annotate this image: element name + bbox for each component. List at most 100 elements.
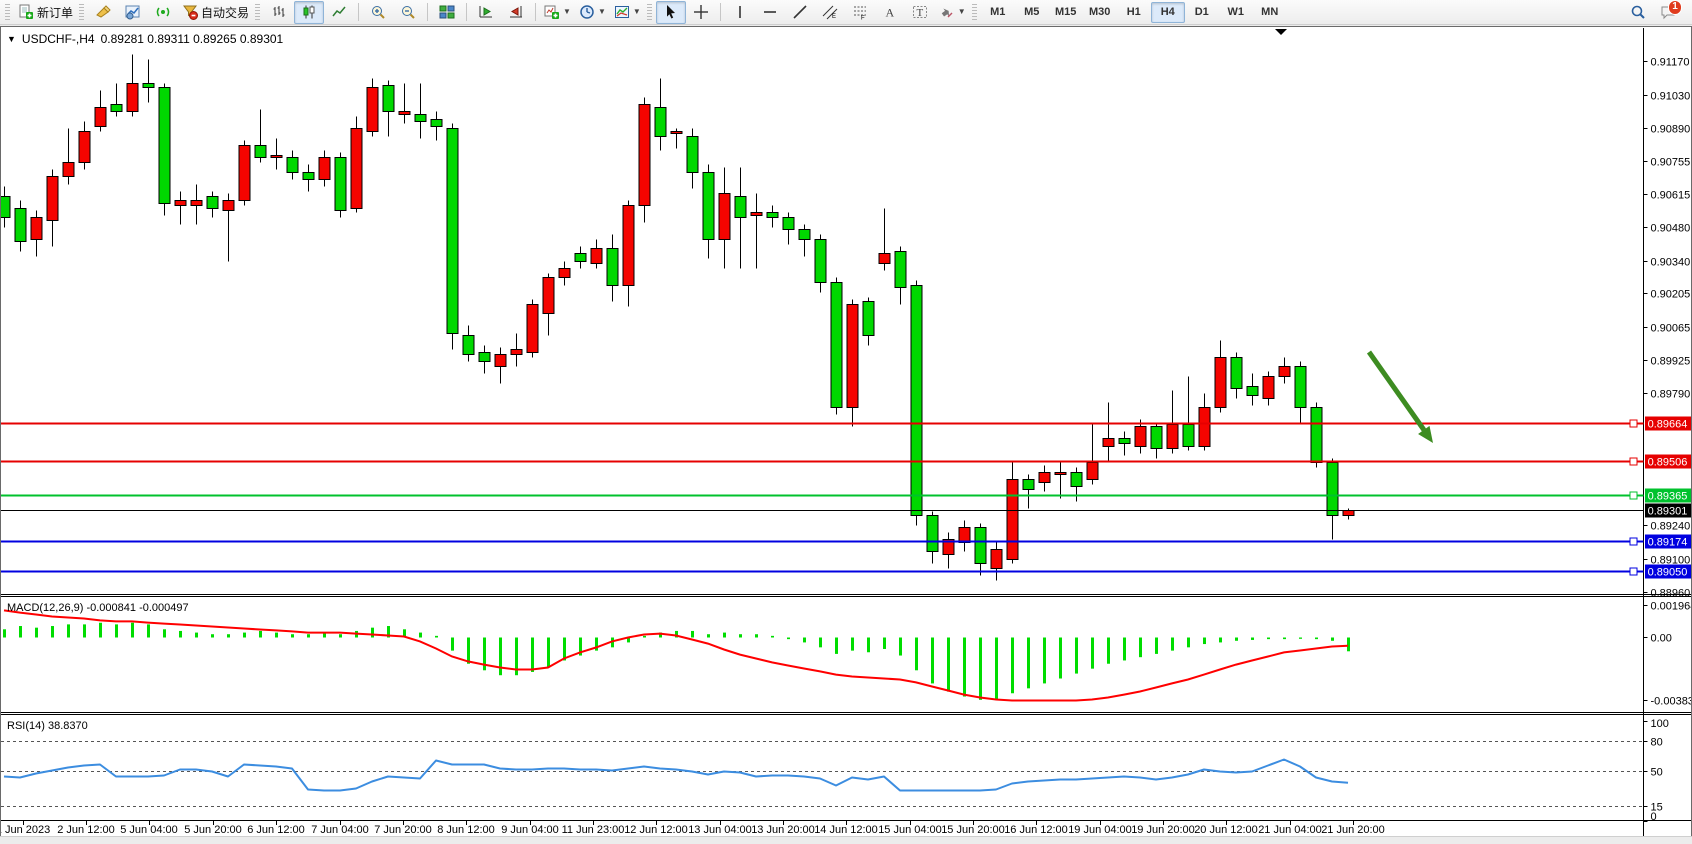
zoom-in-button[interactable] (363, 1, 393, 24)
equidistant-channel-icon: E (822, 4, 838, 20)
symbol-dropdown-icon[interactable]: ▼ (7, 35, 16, 44)
chart-shift-icon (508, 4, 524, 20)
toolbar-separator (427, 3, 428, 21)
svg-text:A: A (885, 6, 894, 20)
periods-button[interactable]: ▼ (575, 1, 610, 24)
chart-shift-button[interactable] (501, 1, 531, 24)
timeframe-M30[interactable]: M30 (1083, 2, 1117, 23)
template-icon (614, 4, 630, 20)
styler-button[interactable] (88, 1, 118, 24)
search-button[interactable] (1623, 1, 1653, 24)
mt4-terminal: { "toolbar": { "new_order_label": "新订单",… (0, 0, 1692, 844)
crosshair-icon (693, 4, 709, 20)
notifications-button[interactable]: 1 (1653, 1, 1683, 24)
svg-text:15 Jun 04:00: 15 Jun 04:00 (878, 824, 942, 836)
svg-text:21 Jun 20:00: 21 Jun 20:00 (1321, 824, 1385, 836)
text-icon: A (882, 4, 898, 20)
line-chart-icon (331, 4, 347, 20)
new-chart-button[interactable]: ▼ (540, 1, 575, 24)
clock-icon (579, 4, 595, 20)
text-tool-button[interactable]: A (875, 1, 905, 24)
toolbar-right-group: 1 (1623, 1, 1689, 24)
svg-text:0.89174: 0.89174 (1648, 537, 1688, 549)
text-label-tool-button[interactable]: T (905, 1, 935, 24)
timeframe-group: M1M5M15M30H1H4D1W1MN (981, 2, 1287, 23)
rebroadcast-button[interactable] (148, 1, 178, 24)
svg-text:0.89506: 0.89506 (1648, 457, 1688, 469)
cursor-tool-button[interactable] (656, 1, 686, 24)
svg-text:1 Jun 2023: 1 Jun 2023 (1, 824, 50, 836)
dropdown-caret-icon: ▼ (598, 8, 606, 16)
zoom-out-button[interactable] (393, 1, 423, 24)
new-order-icon (18, 4, 34, 20)
toolbar-separator (466, 3, 467, 21)
text-label-icon: T (912, 4, 928, 20)
svg-text:-0.003839: -0.003839 (1651, 695, 1692, 707)
templates-button[interactable]: ▼ (610, 1, 645, 24)
svg-text:7 Jun 20:00: 7 Jun 20:00 (374, 824, 432, 836)
toolbar-grip (647, 4, 652, 20)
timeframe-H1[interactable]: H1 (1117, 2, 1151, 23)
arrows-tool-button[interactable]: ▼ (935, 1, 970, 24)
svg-text:15 Jun 20:00: 15 Jun 20:00 (941, 824, 1005, 836)
trendline-icon (792, 4, 808, 20)
timeframe-W1[interactable]: W1 (1219, 2, 1253, 23)
market-watch-button[interactable] (118, 1, 148, 24)
tile-windows-button[interactable] (432, 1, 462, 24)
svg-text:0.90755: 0.90755 (1651, 157, 1691, 169)
timeframe-M5[interactable]: M5 (1015, 2, 1049, 23)
trendline-tool-button[interactable] (785, 1, 815, 24)
svg-text:0.89240: 0.89240 (1651, 521, 1691, 533)
timeframe-H4[interactable]: H4 (1151, 2, 1185, 23)
toolbar-separator (720, 3, 721, 21)
price-chart-plot[interactable]: 0.911700.910300.908900.907550.906150.904… (1, 27, 1691, 836)
timeframe-MN[interactable]: MN (1253, 2, 1287, 23)
svg-text:0: 0 (1651, 811, 1657, 823)
vertical-line-tool-button[interactable] (725, 1, 755, 24)
fibonacci-icon: F (852, 4, 868, 20)
svg-text:0.88960: 0.88960 (1651, 588, 1691, 600)
svg-text:0.89664: 0.89664 (1648, 419, 1688, 431)
new-order-button[interactable]: 新订单 (14, 1, 77, 24)
timeframe-M1[interactable]: M1 (981, 2, 1015, 23)
svg-text:100: 100 (1651, 718, 1669, 730)
auto-trading-label: 自动交易 (201, 4, 249, 21)
auto-scroll-button[interactable] (471, 1, 501, 24)
zoom-out-icon (400, 4, 416, 20)
arrows-icon (939, 4, 955, 20)
timeframe-M15[interactable]: M15 (1049, 2, 1083, 23)
main-toolbar: 新订单 自动交易 (0, 0, 1692, 25)
crosshair-tool-button[interactable] (686, 1, 716, 24)
channel-tool-button[interactable]: E (815, 1, 845, 24)
horizontal-line-icon (762, 4, 778, 20)
bar-chart-mode-button[interactable] (264, 1, 294, 24)
auto-trading-icon (182, 4, 198, 20)
line-chart-mode-button[interactable] (324, 1, 354, 24)
svg-text:13 Jun 04:00: 13 Jun 04:00 (688, 824, 752, 836)
svg-text:6 Jun 12:00: 6 Jun 12:00 (247, 824, 305, 836)
candle-chart-mode-button[interactable] (294, 1, 324, 24)
profile-chart-icon (125, 4, 141, 20)
horizontal-line-tool-button[interactable] (755, 1, 785, 24)
svg-text:0.89925: 0.89925 (1651, 356, 1691, 368)
svg-text:21 Jun 04:00: 21 Jun 04:00 (1258, 824, 1322, 836)
vertical-line-icon (732, 4, 748, 20)
candlestick-icon (301, 4, 317, 20)
notification-badge: 1 (1668, 0, 1682, 15)
fibonacci-tool-button[interactable]: F (845, 1, 875, 24)
timeframe-D1[interactable]: D1 (1185, 2, 1219, 23)
chart-title-line[interactable]: ▼ USDCHF-,H4 0.89281 0.89311 0.89265 0.8… (7, 32, 283, 46)
svg-text:0.89301: 0.89301 (1648, 506, 1688, 518)
auto-trading-button[interactable]: 自动交易 (178, 1, 253, 24)
search-icon (1630, 4, 1646, 20)
svg-text:80: 80 (1651, 737, 1663, 749)
toolbar-grip (255, 4, 260, 20)
svg-text:0.90615: 0.90615 (1651, 190, 1691, 202)
svg-text:19 Jun 20:00: 19 Jun 20:00 (1131, 824, 1195, 836)
rsi-indicator-label: RSI(14) 38.8370 (7, 720, 88, 732)
brush-icon (95, 4, 111, 20)
chart-window[interactable]: ▼ USDCHF-,H4 0.89281 0.89311 0.89265 0.8… (0, 26, 1692, 837)
svg-text:T: T (916, 7, 923, 19)
svg-text:0.90340: 0.90340 (1651, 257, 1691, 269)
svg-text:13 Jun 20:00: 13 Jun 20:00 (751, 824, 815, 836)
